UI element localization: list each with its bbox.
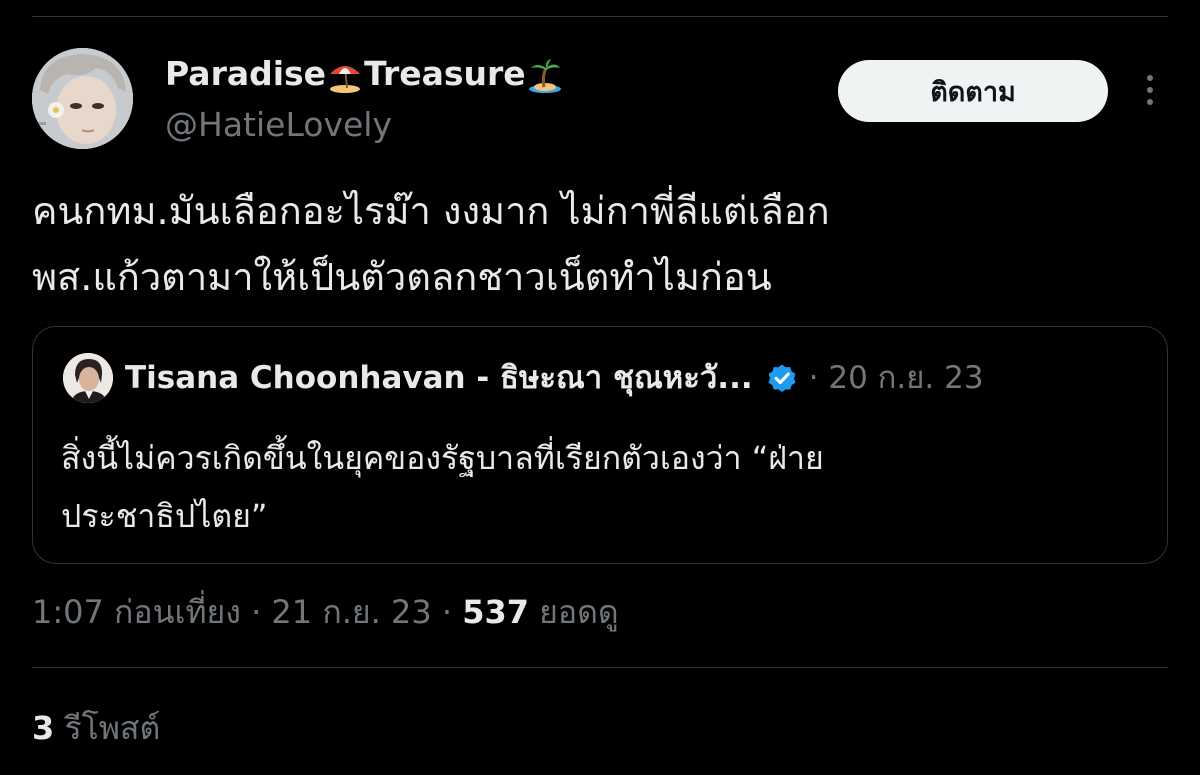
display-name-part2: Treasure (364, 54, 526, 93)
tweet-meta-line: 1:07 ก่อนเที่ยง · 21 ก.ย. 23 · 537 ยอดดู (32, 588, 619, 636)
more-vertical-icon[interactable] (1137, 70, 1163, 110)
top-divider (32, 16, 1168, 17)
tweet-timestamp[interactable]: 1:07 ก่อนเที่ยง · 21 ก.ย. 23 · (32, 593, 462, 631)
quoted-tweet-card[interactable]: Tisana Choonhavan - ธิษะณา ชุณหะวั... · … (32, 326, 1168, 564)
views-count: 537 (462, 593, 529, 631)
author-handle[interactable]: @HatieLovely (165, 103, 392, 147)
quoted-tweet-date[interactable]: · 20 ก.ย. 23 (809, 357, 984, 399)
display-name-part1: Paradise (165, 54, 327, 93)
stats-divider (32, 667, 1168, 668)
verified-badge-icon (765, 361, 799, 395)
author-avatar[interactable] (32, 48, 133, 149)
tweet-text-line: คนกทม.มันเลือกอะไรม๊า งงมาก ไม่กาพี่ลีแต… (32, 189, 830, 233)
reposts-stat[interactable]: 3 รีโพสต์ (32, 704, 160, 752)
quoted-tweet-text-line: ประชาธิปไตย” (61, 497, 268, 535)
quoted-author-name[interactable]: Tisana Choonhavan - ธิษะณา ชุณหะวั... (125, 357, 753, 399)
quoted-author-avatar (63, 353, 113, 403)
follow-button[interactable]: ติดตาม (838, 60, 1108, 122)
quoted-tweet-header: Tisana Choonhavan - ธิษะณา ชุณหะวั... · … (125, 357, 984, 399)
views-label: ยอดดู (528, 593, 619, 631)
tweet-text: คนกทม.มันเลือกอะไรม๊า งงมาก ไม่กาพี่ลีแต… (32, 178, 1172, 310)
author-display-name[interactable]: Paradise Treasure (165, 52, 564, 96)
quoted-tweet-text: สิ่งนี้ไม่ควรเกิดขึ้นในยุคของรัฐบาลที่เร… (61, 429, 1131, 545)
reposts-count: 3 (32, 709, 55, 747)
tweet-text-line: พส.แก้วตามาให้เป็นตัวตลกชาวเน็ตทำไมก่อน (32, 255, 772, 299)
quoted-tweet-text-line: สิ่งนี้ไม่ควรเกิดขึ้นในยุคของรัฐบาลที่เร… (61, 439, 824, 477)
reposts-label: รีโพสต์ (54, 709, 161, 747)
desert-island-icon (527, 58, 563, 94)
beach-umbrella-icon (327, 58, 363, 94)
